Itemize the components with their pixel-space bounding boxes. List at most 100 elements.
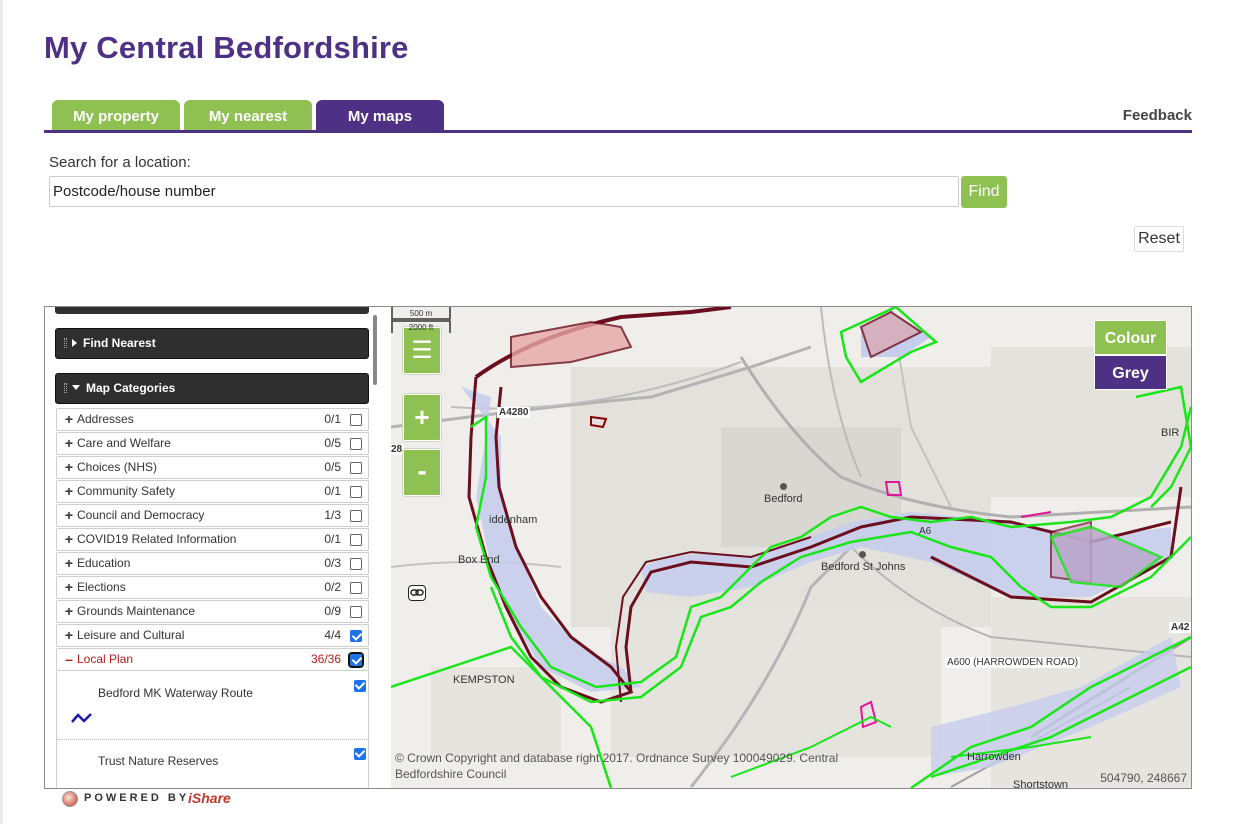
plus-icon[interactable]: + (63, 409, 75, 430)
category-row-care-and-welfare[interactable]: + Care and Welfare 0/5 (56, 432, 369, 455)
share-link-button[interactable] (408, 585, 426, 601)
basemap-drawing (391, 307, 1191, 788)
category-count: 0/1 (324, 412, 341, 426)
map-label-bedford-st-johns: Bedford St Johns (821, 561, 906, 573)
category-checkbox[interactable] (350, 462, 362, 474)
map-label-shortstown: Shortstown (1013, 779, 1069, 788)
category-checkbox[interactable] (350, 558, 362, 570)
category-row-community-safety[interactable]: + Community Safety 0/1 (56, 480, 369, 503)
page: My Central Bedfordshire My property My n… (0, 0, 1233, 824)
category-count: 0/3 (324, 556, 341, 570)
category-row-grounds-maintenance[interactable]: + Grounds Maintenance 0/9 (56, 600, 369, 623)
category-name: Choices (NHS) (77, 460, 158, 474)
category-count: 36/36 (310, 652, 341, 666)
category-checkbox[interactable] (350, 582, 362, 594)
waterway-legend-icon (71, 713, 92, 723)
site-title: My Central Bedfordshire (44, 30, 409, 65)
category-row-elections[interactable]: + Elections 0/2 (56, 576, 369, 599)
map-label-a6: A6 (919, 526, 932, 537)
drag-grip-icon[interactable] (64, 338, 67, 348)
caret-right-icon (72, 339, 77, 347)
sidebar-scrollbar[interactable] (373, 315, 377, 385)
sidebar-top-bar (55, 307, 369, 314)
category-row-council-and-democracy[interactable]: + Council and Democracy 1/3 (56, 504, 369, 527)
plus-icon[interactable]: + (63, 433, 75, 454)
map-label-bedford: Bedford (764, 493, 803, 505)
tab-my-property[interactable]: My property (52, 100, 180, 130)
map-label-bir: BIR (1161, 427, 1180, 439)
category-checkbox[interactable] (350, 486, 362, 498)
layer-checkbox-waterway[interactable] (354, 680, 366, 692)
layers-menu-button[interactable]: ☰ (403, 327, 441, 374)
reset-button[interactable]: Reset (1134, 226, 1184, 252)
drag-grip-icon[interactable] (64, 383, 67, 393)
category-count: 0/1 (324, 532, 341, 546)
plus-icon[interactable]: + (63, 601, 75, 622)
map-label-kempston: KEMPSTON (453, 674, 515, 686)
category-checkbox[interactable] (350, 414, 362, 426)
ishare-logo-icon (62, 791, 78, 807)
link-icon (410, 589, 424, 596)
tab-my-maps[interactable]: My maps (316, 100, 444, 130)
map-label-box-end: Box End (458, 554, 500, 566)
map-label-a600: A600 (HARROWDEN ROAD) (945, 657, 1081, 668)
layer-sidebar: Find Nearest Map Categories + Addresses … (45, 307, 391, 788)
map-panel: Find Nearest Map Categories + Addresses … (44, 306, 1192, 789)
category-count: 0/5 (324, 460, 341, 474)
category-name: Education (77, 556, 131, 570)
plus-icon[interactable]: + (63, 529, 75, 550)
grey-style-button[interactable]: Grey (1094, 355, 1167, 390)
map-label-harrowden: Harrowden (967, 751, 1021, 763)
category-row-choices-nhs[interactable]: + Choices (NHS) 0/5 (56, 456, 369, 479)
minus-icon[interactable]: – (63, 649, 75, 670)
colour-style-button[interactable]: Colour (1094, 320, 1167, 355)
tab-my-nearest[interactable]: My nearest (184, 100, 312, 130)
find-nearest-header[interactable]: Find Nearest (55, 328, 369, 359)
category-row-addresses[interactable]: + Addresses 0/1 (56, 408, 369, 431)
category-count: 0/1 (324, 484, 341, 498)
plus-icon[interactable]: + (63, 553, 75, 574)
map-label-a42: A42 (1169, 622, 1191, 633)
category-checkbox[interactable] (348, 652, 364, 668)
search-label: Search for a location: (49, 154, 191, 171)
layer-checkbox-nature-reserves[interactable] (354, 748, 366, 760)
map-copyright: © Crown Copyright and database right 201… (395, 751, 839, 781)
map-style-switch[interactable]: Colour Grey (1094, 320, 1167, 390)
category-checkbox[interactable] (350, 534, 362, 546)
category-checkbox[interactable] (350, 630, 362, 642)
hamburger-icon: ☰ (411, 337, 433, 364)
feedback-link[interactable]: Feedback (1123, 107, 1192, 124)
scale-bar: 500 m 2000 ft (391, 307, 451, 333)
category-name: Local Plan (77, 652, 134, 666)
map-categories-header[interactable]: Map Categories (55, 373, 369, 404)
category-count: 0/2 (324, 580, 341, 594)
find-button[interactable]: Find (961, 176, 1007, 208)
category-row-covid19[interactable]: + COVID19 Related Information 0/1 (56, 528, 369, 551)
category-row-education[interactable]: + Education 0/3 (56, 552, 369, 575)
plus-icon[interactable]: + (63, 625, 75, 646)
category-checkbox[interactable] (350, 606, 362, 618)
category-count: 0/9 (324, 604, 341, 618)
layer-label-waterway: Bedford MK Waterway Route (98, 686, 253, 700)
category-row-leisure-and-cultural[interactable]: + Leisure and Cultural 4/4 (56, 624, 369, 647)
category-name: Elections (77, 580, 126, 594)
category-checkbox[interactable] (350, 438, 362, 450)
main-tabs: My property My nearest My maps Feedback (44, 100, 1192, 133)
plus-icon[interactable]: + (63, 577, 75, 598)
category-name: Council and Democracy (77, 508, 205, 522)
caret-down-icon (72, 385, 80, 390)
plus-icon[interactable]: + (63, 457, 75, 478)
map-coordinates: 504790, 248667 (1100, 771, 1187, 785)
category-checkbox[interactable] (350, 510, 362, 522)
town-marker (859, 551, 866, 558)
town-marker (780, 483, 787, 490)
plus-icon[interactable]: + (63, 481, 75, 502)
map-canvas[interactable]: A4280 28 Bedford Bedford St Johns iddenh… (391, 307, 1191, 788)
category-row-local-plan[interactable]: – Local Plan 36/36 (56, 648, 369, 671)
map-label-biddenham: iddenham (489, 514, 538, 526)
plus-icon[interactable]: + (63, 505, 75, 526)
ishare-brand: iShare (188, 790, 231, 806)
zoom-out-button[interactable]: - (403, 449, 441, 496)
zoom-in-button[interactable]: + (403, 394, 441, 441)
search-input[interactable] (49, 176, 959, 207)
